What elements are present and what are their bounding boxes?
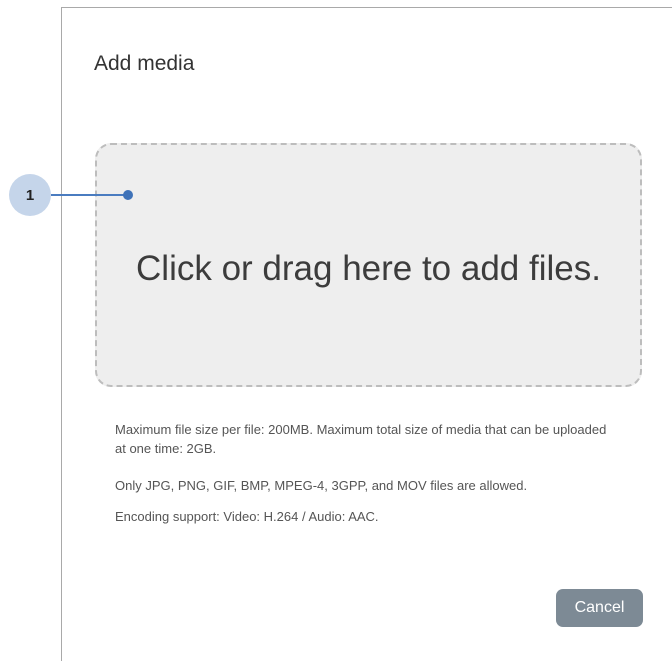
file-dropzone[interactable]: Click or drag here to add files. bbox=[95, 143, 642, 387]
file-size-info: Maximum file size per file: 200MB. Maxim… bbox=[115, 422, 607, 456]
annotation-marker: 1 bbox=[9, 174, 51, 216]
annotation-pointer-line bbox=[51, 194, 128, 196]
dialog-title: Add media bbox=[94, 52, 195, 75]
dropzone-text: Click or drag here to add files. bbox=[136, 249, 601, 288]
annotation-pointer-dot bbox=[123, 190, 133, 200]
cancel-button[interactable]: Cancel bbox=[556, 589, 643, 627]
file-types-info: Only JPG, PNG, GIF, BMP, MPEG-4, 3GPP, a… bbox=[115, 478, 528, 493]
encoding-info: Encoding support: Video: H.264 / Audio: … bbox=[115, 509, 379, 524]
add-media-dialog: Add media Click or drag here to add file… bbox=[61, 7, 672, 661]
